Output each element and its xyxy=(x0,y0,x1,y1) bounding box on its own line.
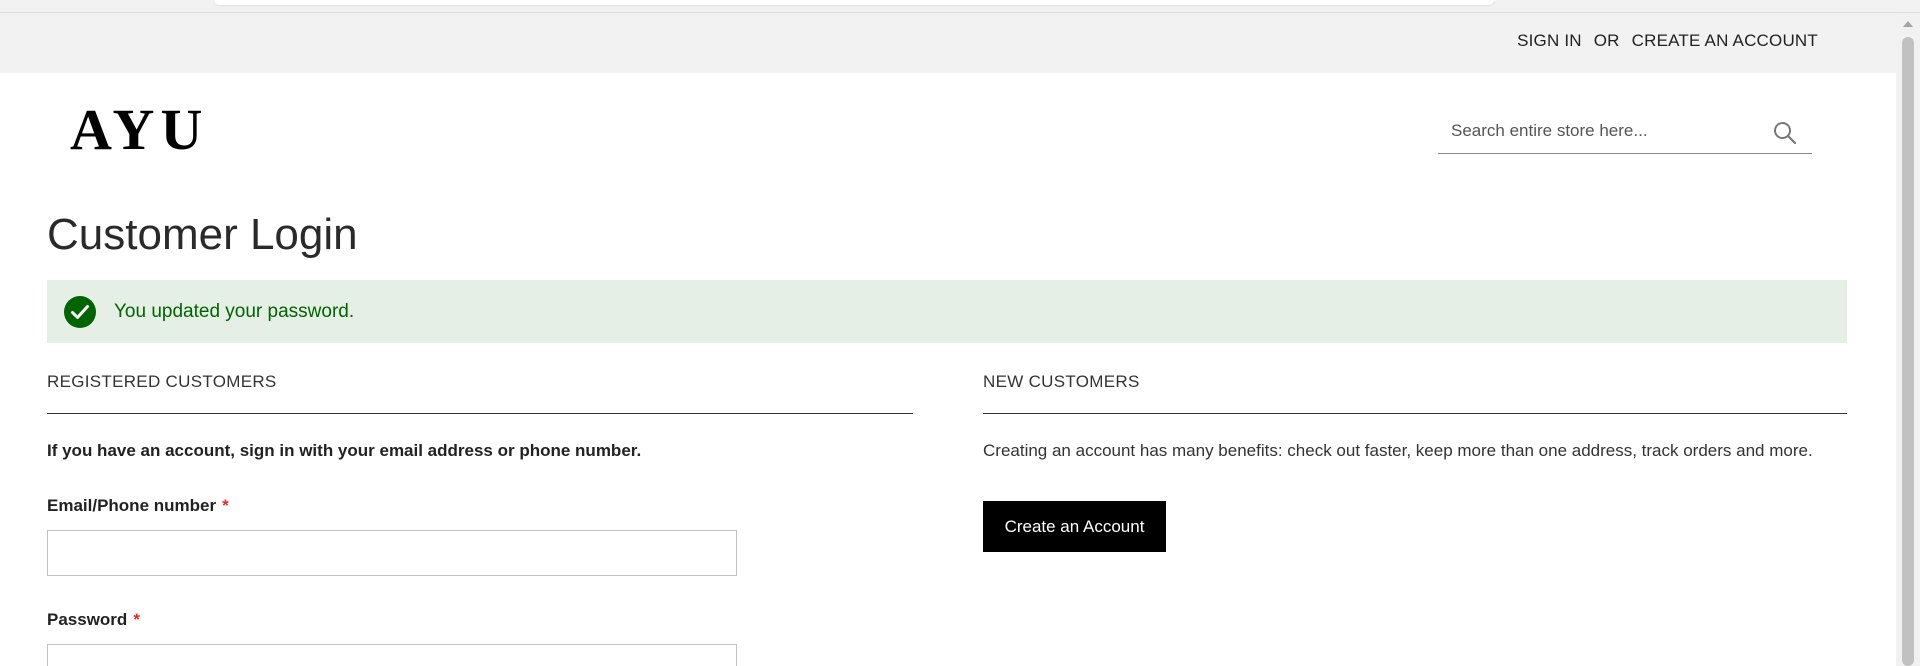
vertical-scrollbar[interactable] xyxy=(1896,13,1920,666)
scroll-up-arrow-icon[interactable] xyxy=(1903,21,1913,27)
browser-tab-remnant xyxy=(214,0,1494,5)
email-label: Email/Phone number * xyxy=(47,496,229,516)
registered-customers-title: REGISTERED CUSTOMERS xyxy=(47,372,913,414)
registered-intro: If you have an account, sign in with you… xyxy=(47,441,642,460)
required-mark: * xyxy=(133,610,140,629)
search-box xyxy=(1438,113,1812,154)
sign-in-link[interactable]: SIGN IN xyxy=(1517,31,1582,51)
search-icon[interactable] xyxy=(1772,120,1798,146)
success-message-text: You updated your password. xyxy=(114,301,355,322)
email-field[interactable] xyxy=(47,530,737,576)
header-links: SIGN IN OR CREATE AN ACCOUNT xyxy=(1517,31,1818,51)
create-account-link[interactable]: CREATE AN ACCOUNT xyxy=(1632,31,1818,51)
new-customers-title: NEW CUSTOMERS xyxy=(983,372,1847,414)
success-message: You updated your password. xyxy=(47,280,1847,343)
store-logo[interactable]: AYU xyxy=(70,98,208,162)
required-mark: * xyxy=(222,496,229,515)
browser-top-strip xyxy=(0,0,1920,13)
page-title: Customer Login xyxy=(47,210,358,259)
new-customers-intro: Creating an account has many benefits: c… xyxy=(983,441,1813,460)
registered-customers-block: REGISTERED CUSTOMERS If you have an acco… xyxy=(47,372,913,666)
new-customers-block: NEW CUSTOMERS Creating an account has ma… xyxy=(983,372,1847,552)
header-separator: OR xyxy=(1593,31,1620,50)
password-field[interactable] xyxy=(47,644,737,666)
password-label: Password * xyxy=(47,610,140,630)
password-label-text: Password xyxy=(47,610,128,629)
create-account-button[interactable]: Create an Account xyxy=(983,501,1166,552)
check-circle-icon xyxy=(64,296,96,328)
email-label-text: Email/Phone number xyxy=(47,496,217,515)
search-input[interactable] xyxy=(1438,113,1771,149)
scrollbar-thumb[interactable] xyxy=(1902,37,1914,666)
page: SIGN IN OR CREATE AN ACCOUNT AYU Custome… xyxy=(0,0,1920,666)
